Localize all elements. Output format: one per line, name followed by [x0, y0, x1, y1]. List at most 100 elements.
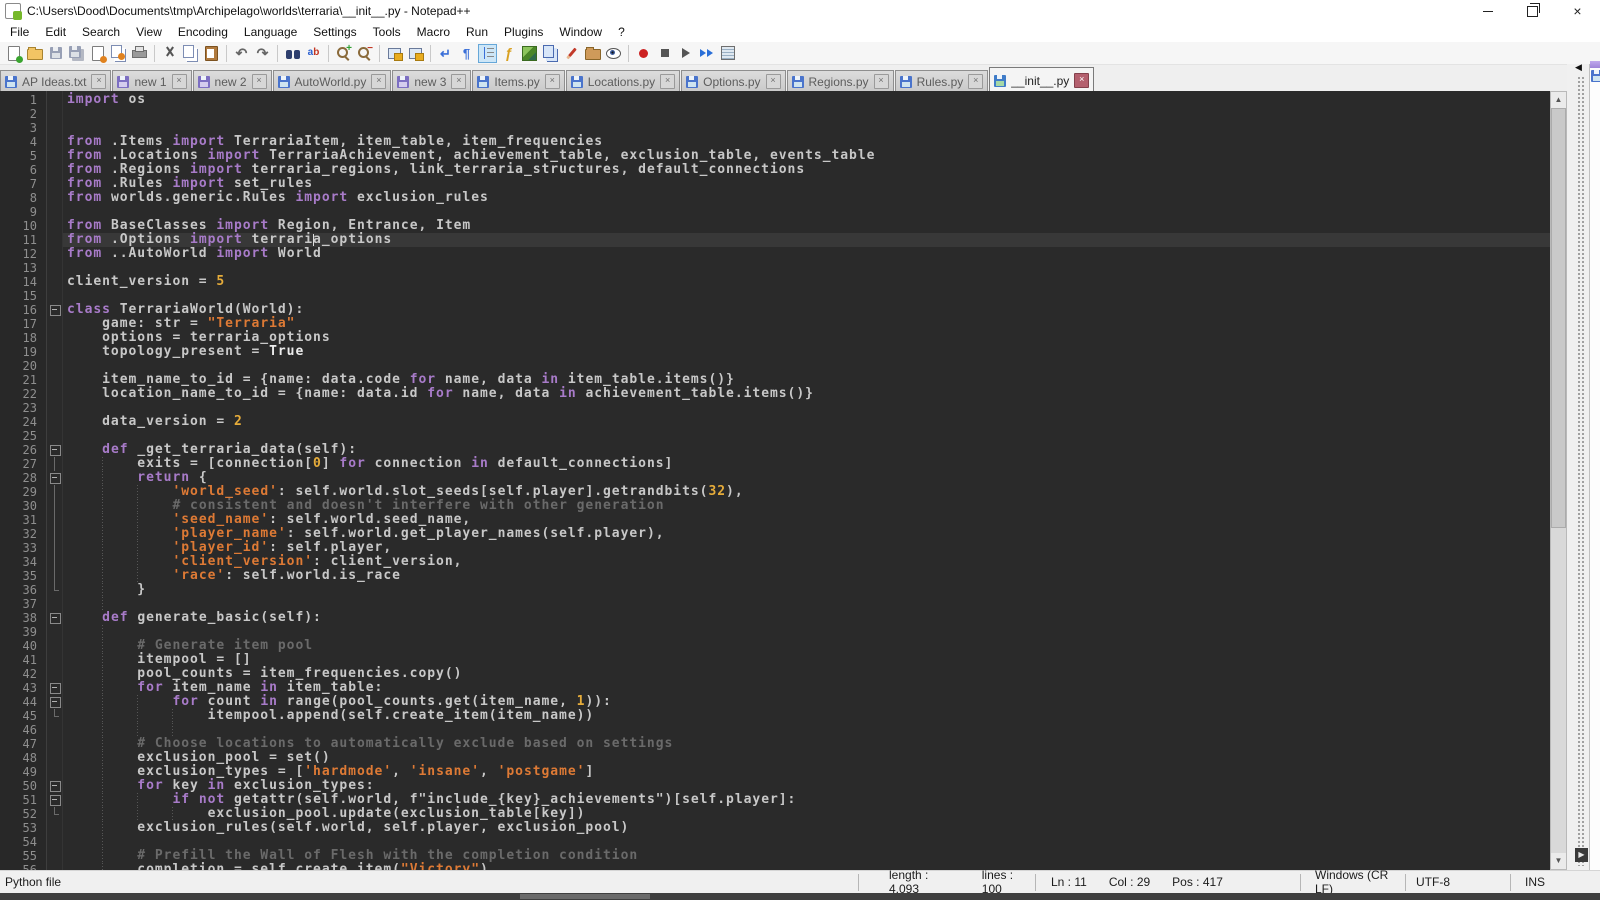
tab-new-2[interactable]: new 2×: [193, 70, 272, 92]
fold-collapse-icon[interactable]: [50, 613, 61, 624]
close-all-icon[interactable]: [109, 44, 128, 63]
show-all-characters-icon[interactable]: ¶: [457, 44, 476, 63]
print-icon[interactable]: [130, 44, 149, 63]
tab-close-icon[interactable]: ×: [172, 74, 187, 89]
bottom-scrollbar-thumb[interactable]: [520, 894, 650, 899]
insert-mode-label[interactable]: INS: [1510, 874, 1600, 891]
close-file-icon[interactable]: [88, 44, 107, 63]
stop-recording-icon[interactable]: [655, 44, 674, 63]
new-file-icon[interactable]: [4, 44, 23, 63]
fold-collapse-icon[interactable]: [50, 473, 61, 484]
replace-icon[interactable]: ab: [304, 44, 323, 63]
tab-close-icon[interactable]: ×: [252, 74, 267, 89]
line-number: 53: [0, 821, 46, 835]
fold-collapse-icon[interactable]: [50, 683, 61, 694]
view-splitter[interactable]: ◀ ▶: [1575, 64, 1589, 870]
folder-as-workspace-icon[interactable]: [583, 44, 602, 63]
tab-close-icon[interactable]: ×: [545, 74, 560, 89]
splitter-grip[interactable]: [1577, 76, 1586, 866]
tab-close-icon[interactable]: ×: [766, 74, 781, 89]
find-icon[interactable]: [283, 44, 302, 63]
fold-collapse-icon[interactable]: [50, 697, 61, 708]
vertical-scrollbar[interactable]: ▲ ▼: [1550, 91, 1567, 870]
sync-horizontal-scroll-icon[interactable]: [406, 44, 425, 63]
menu-search[interactable]: Search: [74, 23, 128, 41]
tab-new-1[interactable]: new 1×: [112, 70, 191, 92]
tab-rules-py[interactable]: Rules.py×: [895, 70, 989, 92]
undo-icon[interactable]: ↶: [232, 44, 251, 63]
encoding-label[interactable]: UTF-8: [1405, 874, 1510, 891]
tab-autoworld-py[interactable]: AutoWorld.py×: [273, 70, 392, 92]
menu-tools[interactable]: Tools: [365, 23, 409, 41]
editor[interactable]: 1234567891011121314151617181920212223242…: [0, 91, 1550, 870]
paste-icon[interactable]: [202, 44, 221, 63]
tab-close-icon[interactable]: ×: [660, 74, 675, 89]
zoom-out-icon[interactable]: [355, 44, 374, 63]
fold-collapse-icon[interactable]: [50, 795, 61, 806]
word-wrap-icon[interactable]: ↵: [436, 44, 455, 63]
document-list-icon[interactable]: [541, 44, 560, 63]
playback-icon[interactable]: [676, 44, 695, 63]
code-area[interactable]: import osfrom .Items import TerrariaItem…: [63, 91, 1550, 870]
fold-margin[interactable]: [47, 91, 63, 870]
menu-run[interactable]: Run: [458, 23, 496, 41]
code-line: for item_name in item_table:: [63, 681, 1550, 695]
open-file-icon[interactable]: [25, 44, 44, 63]
tab-options-py[interactable]: Options.py×: [681, 70, 785, 92]
menu-plugins[interactable]: Plugins: [496, 23, 551, 41]
close-button[interactable]: ×: [1555, 0, 1600, 22]
edit-popup-icon[interactable]: [562, 44, 581, 63]
sync-vertical-scroll-icon[interactable]: [385, 44, 404, 63]
tab-close-icon[interactable]: ×: [874, 74, 889, 89]
minimize-button[interactable]: [1465, 0, 1510, 22]
scroll-up-arrow-icon[interactable]: ▲: [1551, 92, 1566, 108]
tab-close-icon[interactable]: ×: [371, 74, 386, 89]
eol-format-label[interactable]: Windows (CR LF): [1300, 874, 1405, 891]
cut-icon[interactable]: [160, 44, 179, 63]
tab-new-3[interactable]: new 3×: [392, 70, 471, 92]
function-list-icon[interactable]: ƒ: [499, 44, 518, 63]
menu-edit[interactable]: Edit: [37, 23, 74, 41]
save-recorded-macro-icon[interactable]: [718, 44, 737, 63]
show-indent-guide-icon[interactable]: [478, 44, 497, 63]
document-list-selected-item[interactable]: [1590, 61, 1600, 68]
tab-locations-py[interactable]: Locations.py×: [566, 70, 680, 92]
copy-icon[interactable]: [181, 44, 200, 63]
start-recording-icon[interactable]: [634, 44, 653, 63]
tab-scroll-left-icon[interactable]: ◀: [1575, 62, 1582, 72]
menu-language[interactable]: Language: [236, 23, 305, 41]
tab-items-py[interactable]: Items.py×: [472, 70, 564, 92]
fold-collapse-icon[interactable]: [50, 305, 61, 316]
menu-file[interactable]: File: [2, 23, 37, 41]
tab-ap-ideas-txt[interactable]: AP Ideas.txt×: [0, 70, 111, 92]
tab-__init__-py[interactable]: __init__.py×: [989, 67, 1094, 93]
tab-close-icon[interactable]: ×: [91, 74, 106, 89]
menu-help[interactable]: ?: [610, 23, 633, 41]
tab-close-icon[interactable]: ×: [451, 74, 466, 89]
restore-button[interactable]: [1510, 0, 1555, 22]
save-all-icon[interactable]: [67, 44, 86, 63]
monitoring-icon[interactable]: [604, 44, 623, 63]
splitter-arrow-icon[interactable]: ▶: [1575, 848, 1588, 862]
document-map-icon[interactable]: [520, 44, 539, 63]
code-line: options = terraria_options: [63, 331, 1550, 345]
save-icon[interactable]: [46, 44, 65, 63]
menu-encoding[interactable]: Encoding: [170, 23, 236, 41]
menu-window[interactable]: Window: [551, 23, 610, 41]
fold-collapse-icon[interactable]: [50, 781, 61, 792]
tab-close-icon[interactable]: ×: [968, 74, 983, 89]
redo-icon[interactable]: ↷: [253, 44, 272, 63]
document-list-file-icon: [1591, 70, 1600, 82]
menu-view[interactable]: View: [128, 23, 170, 41]
run-macro-multiple-times-icon[interactable]: [697, 44, 716, 63]
document-list-panel[interactable]: [1589, 64, 1600, 870]
tab-regions-py[interactable]: Regions.py×: [787, 70, 894, 92]
fold-collapse-icon[interactable]: [50, 445, 61, 456]
menu-settings[interactable]: Settings: [305, 23, 364, 41]
vertical-scrollbar-thumb[interactable]: [1551, 108, 1566, 528]
tab-close-icon[interactable]: ×: [1074, 73, 1089, 88]
bottom-scrollbar[interactable]: [0, 893, 1600, 900]
menu-macro[interactable]: Macro: [409, 23, 458, 41]
zoom-in-icon[interactable]: [334, 44, 353, 63]
scroll-down-arrow-icon[interactable]: ▼: [1551, 853, 1566, 869]
